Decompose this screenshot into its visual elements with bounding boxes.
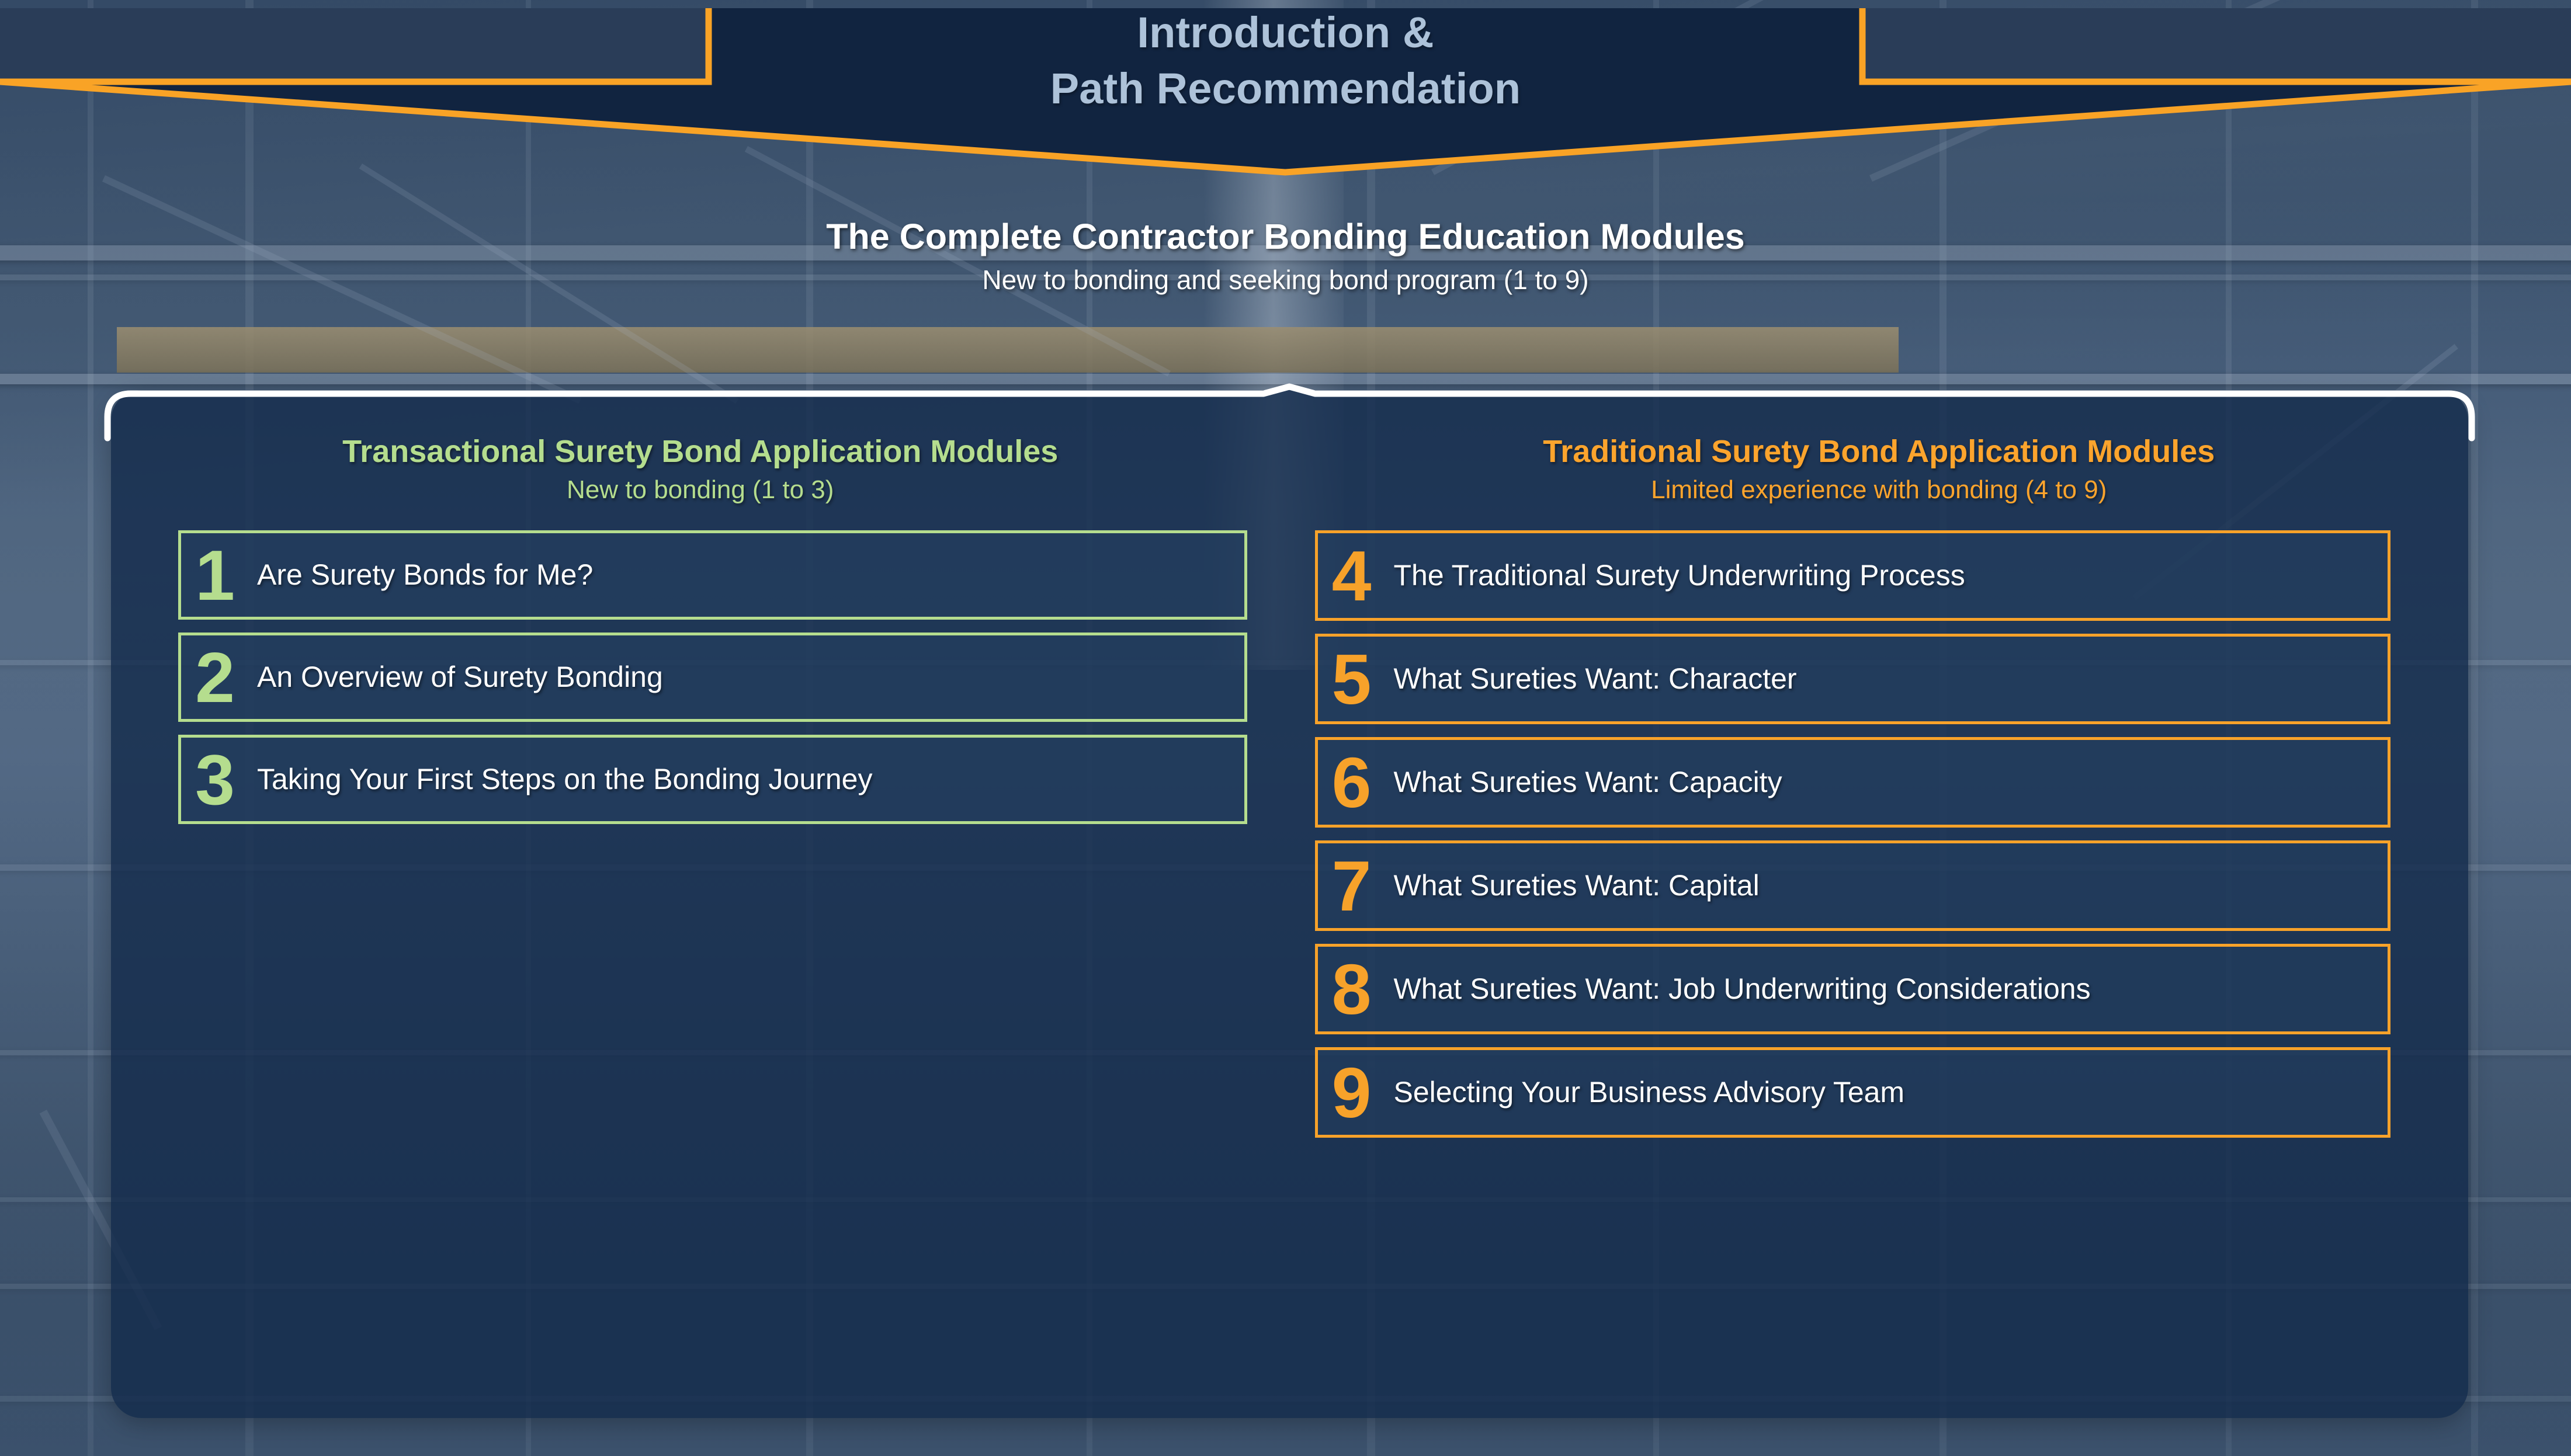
subhead-headline: The Complete Contractor Bonding Educatio… bbox=[826, 217, 1745, 256]
module-label: Are Surety Bonds for Me? bbox=[257, 558, 594, 591]
module-number: 4 bbox=[1331, 536, 1372, 616]
module-label: What Sureties Want: Job Underwriting Con… bbox=[1393, 972, 2091, 1005]
module-number: 6 bbox=[1331, 742, 1372, 822]
module-number: 8 bbox=[1331, 949, 1372, 1029]
module-list-traditional: 4 The Traditional Surety Underwriting Pr… bbox=[1314, 530, 2390, 1138]
module-label: Selecting Your Business Advisory Team bbox=[1393, 1076, 1905, 1108]
module-item[interactable]: 1 Are Surety Bonds for Me? bbox=[178, 530, 1247, 620]
column-transactional-title: Transactional Surety Bond Application Mo… bbox=[342, 434, 1059, 469]
header-banner: Introduction & Path Recommendation bbox=[0, 0, 2571, 199]
module-label: An Overview of Surety Bonding bbox=[257, 661, 663, 693]
subhead-subtitle: New to bonding and seeking bond program … bbox=[982, 265, 1589, 295]
module-label: What Sureties Want: Capacity bbox=[1393, 766, 1782, 798]
header-title: Introduction & Path Recommendation bbox=[1050, 8, 1521, 113]
module-item[interactable]: 4 The Traditional Surety Underwriting Pr… bbox=[1314, 530, 2390, 621]
module-item[interactable]: 2 An Overview of Surety Bonding bbox=[178, 633, 1247, 722]
module-number: 7 bbox=[1331, 846, 1372, 926]
module-item[interactable]: 3 Taking Your First Steps on the Bonding… bbox=[178, 735, 1247, 824]
module-number: 3 bbox=[195, 739, 235, 819]
module-number: 5 bbox=[1331, 639, 1372, 719]
column-transactional-subtitle: New to bonding (1 to 3) bbox=[567, 475, 834, 504]
modules-columns: Transactional Surety Bond Application Mo… bbox=[111, 403, 2468, 1419]
module-item[interactable]: 6 What Sureties Want: Capacity bbox=[1314, 737, 2390, 828]
column-transactional-header: Transactional Surety Bond Application Mo… bbox=[111, 403, 1290, 505]
module-label: Taking Your First Steps on the Bonding J… bbox=[257, 763, 873, 795]
column-traditional-header: Traditional Surety Bond Application Modu… bbox=[1290, 403, 2469, 505]
module-list-transactional: 1 Are Surety Bonds for Me? 2 An Overview… bbox=[178, 530, 1247, 824]
column-traditional-subtitle: Limited experience with bonding (4 to 9) bbox=[1651, 475, 2107, 504]
module-label: What Sureties Want: Character bbox=[1393, 662, 1797, 695]
column-traditional-title: Traditional Surety Bond Application Modu… bbox=[1543, 434, 2215, 469]
column-transactional: Transactional Surety Bond Application Mo… bbox=[111, 403, 1290, 1419]
module-label: The Traditional Surety Underwriting Proc… bbox=[1393, 559, 1965, 592]
module-label: What Sureties Want: Capital bbox=[1393, 869, 1760, 902]
module-number: 2 bbox=[195, 637, 235, 717]
subhead-block: The Complete Contractor Bonding Educatio… bbox=[0, 216, 2571, 296]
module-item[interactable]: 7 What Sureties Want: Capital bbox=[1314, 840, 2390, 931]
module-item[interactable]: 8 What Sureties Want: Job Underwriting C… bbox=[1314, 944, 2390, 1034]
module-item[interactable]: 9 Selecting Your Business Advisory Team bbox=[1314, 1047, 2390, 1138]
module-item[interactable]: 5 What Sureties Want: Character bbox=[1314, 634, 2390, 724]
module-number: 9 bbox=[1331, 1052, 1372, 1132]
module-number: 1 bbox=[195, 535, 235, 615]
column-traditional: Traditional Surety Bond Application Modu… bbox=[1290, 403, 2469, 1419]
